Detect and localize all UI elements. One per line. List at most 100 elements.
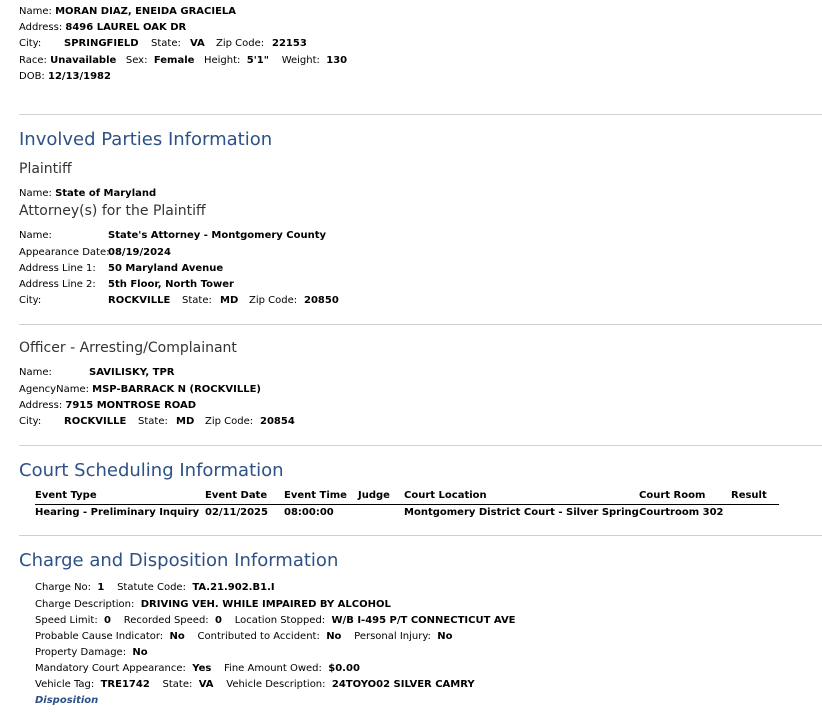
probable-cause: No xyxy=(169,631,185,642)
defendant-height: 5'1" xyxy=(246,55,269,66)
event-time-cell: 08:00:00 xyxy=(284,507,334,518)
attorney-name-row: Name: State's Attorney - Montgomery Coun… xyxy=(19,228,326,244)
field-label: Name: xyxy=(19,188,52,199)
mandatory-court-appearance: Yes xyxy=(192,663,212,674)
attorney-address2-row: Address Line 2: 5th Floor, North Tower xyxy=(19,277,234,293)
field-label: Contributed to Accident: xyxy=(197,631,320,642)
column-header: Event Time xyxy=(284,488,358,505)
speed-row: Speed Limit: 0 Recorded Speed: 0 Locatio… xyxy=(35,613,516,629)
divider xyxy=(19,445,822,446)
vehicle-tag: TRE1742 xyxy=(100,679,150,690)
disposition-label: Disposition xyxy=(35,695,99,706)
judge-cell xyxy=(358,505,404,522)
field-label: Vehicle Tag: xyxy=(35,679,95,690)
recorded-speed: 0 xyxy=(215,615,223,626)
court-scheduling-heading: Court Scheduling Information xyxy=(19,460,284,481)
charge-number-row: Charge No: 1 Statute Code: TA.21.902.B1.… xyxy=(35,580,275,596)
plaintiff-name: State of Maryland xyxy=(55,188,157,199)
officer-address-row: Address: 7915 MONTROSE ROAD xyxy=(19,398,196,414)
field-label: Location Stopped: xyxy=(234,615,326,626)
officer-agency: MSP-BARRACK N (ROCKVILLE) xyxy=(92,384,261,395)
divider xyxy=(19,114,822,115)
court-room-cell: Courtroom 302 xyxy=(639,507,724,518)
defendant-city: SPRINGFIELD xyxy=(64,38,139,49)
defendant-name: MORAN DIAZ, ENEIDA GRACIELA xyxy=(55,6,237,17)
field-label: Appearance Date: xyxy=(19,247,110,258)
field-label: Zip Code: xyxy=(205,416,254,427)
defendant-sex: Female xyxy=(153,55,195,66)
property-damage: No xyxy=(132,647,148,658)
column-header: Court Location xyxy=(404,488,639,505)
field-label: Charge No: xyxy=(35,582,92,593)
attorney-address-line-2: 5th Floor, North Tower xyxy=(108,279,234,290)
speed-limit: 0 xyxy=(104,615,112,626)
field-label: Property Damage: xyxy=(35,647,127,658)
field-label: Vehicle Description: xyxy=(226,679,326,690)
column-header: Judge xyxy=(358,488,404,505)
table-row: Hearing - Preliminary Inquiry 02/11/2025… xyxy=(35,505,779,522)
charge-description-row: Charge Description: DRIVING VEH. WHILE I… xyxy=(35,597,391,613)
vehicle-description: 24TOYO02 SILVER CAMRY xyxy=(331,679,475,690)
fine-amount-owed: $0.00 xyxy=(328,663,360,674)
column-header: Court Room xyxy=(639,488,731,505)
result-cell xyxy=(731,505,779,522)
officer-zip: 20854 xyxy=(260,416,295,427)
plaintiff-name-row: Name: State of Maryland xyxy=(19,186,156,202)
defendant-state: VA xyxy=(190,38,205,49)
field-label: Height: xyxy=(203,55,241,66)
defendant-address: 8496 LAUREL OAK DR xyxy=(65,22,187,33)
field-label: City: xyxy=(19,295,42,306)
location-stopped: W/B I-495 P/T CONNECTICUT AVE xyxy=(331,615,516,626)
defendant-race-row: Race: Unavailable Sex: Female Height: 5'… xyxy=(19,53,347,69)
officer-address: 7915 MONTROSE ROAD xyxy=(65,400,197,411)
field-label: State: xyxy=(138,416,168,427)
court-location-cell: Montgomery District Court - Silver Sprin… xyxy=(404,507,639,518)
attorney-address-line-1: 50 Maryland Avenue xyxy=(108,263,224,274)
field-label: Fine Amount Owed: xyxy=(224,663,322,674)
field-label: Personal Injury: xyxy=(354,631,431,642)
defendant-dob: 12/13/1982 xyxy=(48,71,111,82)
attorney-city: ROCKVILLE xyxy=(108,295,171,306)
charge-disposition-heading: Charge and Disposition Information xyxy=(19,550,339,571)
field-label: Statute Code: xyxy=(117,582,186,593)
field-label: Name: xyxy=(19,230,52,241)
involved-parties-heading: Involved Parties Information xyxy=(19,129,273,150)
officer-name-row: Name: SAVILISKY, TPR xyxy=(19,365,174,381)
officer-city-row: City: ROCKVILLE State: MD Zip Code: 2085… xyxy=(19,414,295,430)
field-label: Address Line 1: xyxy=(19,263,96,274)
mandatory-row: Mandatory Court Appearance: Yes Fine Amo… xyxy=(35,661,360,677)
vehicle-row: Vehicle Tag: TRE1742 State: VA Vehicle D… xyxy=(35,677,475,693)
probable-cause-row: Probable Cause Indicator: No Contributed… xyxy=(35,629,453,645)
attorney-name: State's Attorney - Montgomery County xyxy=(108,230,327,241)
field-label: Weight: xyxy=(281,55,320,66)
divider xyxy=(19,535,822,536)
defendant-city-row: City: SPRINGFIELD State: VA Zip Code: 22… xyxy=(19,36,307,52)
field-label: Speed Limit: xyxy=(35,615,98,626)
contributed-to-accident: No xyxy=(326,631,342,642)
officer-city: ROCKVILLE xyxy=(64,416,127,427)
field-label: City: xyxy=(19,38,42,49)
plaintiff-heading: Plaintiff xyxy=(19,161,72,177)
field-label: Race: xyxy=(19,55,47,66)
defendant-name-row: Name: MORAN DIAZ, ENEIDA GRACIELA xyxy=(19,4,236,20)
column-header: Event Date xyxy=(205,488,284,505)
field-label: Zip Code: xyxy=(216,38,265,49)
field-label: AgencyName: xyxy=(19,384,89,395)
field-label: State: xyxy=(182,295,212,306)
field-label: Mandatory Court Appearance: xyxy=(35,663,186,674)
attorney-zip: 20850 xyxy=(304,295,339,306)
attorney-appearance-row: Appearance Date: 08/19/2024 xyxy=(19,245,171,261)
field-label: Probable Cause Indicator: xyxy=(35,631,164,642)
defendant-race: Unavailable xyxy=(50,55,117,66)
officer-name: SAVILISKY, TPR xyxy=(89,367,175,378)
defendant-zip: 22153 xyxy=(272,38,307,49)
field-label: Recorded Speed: xyxy=(123,615,209,626)
officer-heading: Officer - Arresting/Complainant xyxy=(19,340,237,356)
defendant-weight: 130 xyxy=(326,55,348,66)
event-date-cell: 02/11/2025 xyxy=(205,507,268,518)
column-header: Result xyxy=(731,488,779,505)
court-scheduling-table: Event Type Event Date Event Time Judge C… xyxy=(35,488,779,521)
statute-code: TA.21.902.B1.I xyxy=(192,582,275,593)
attorney-state: MD xyxy=(220,295,239,306)
field-label: City: xyxy=(19,416,42,427)
